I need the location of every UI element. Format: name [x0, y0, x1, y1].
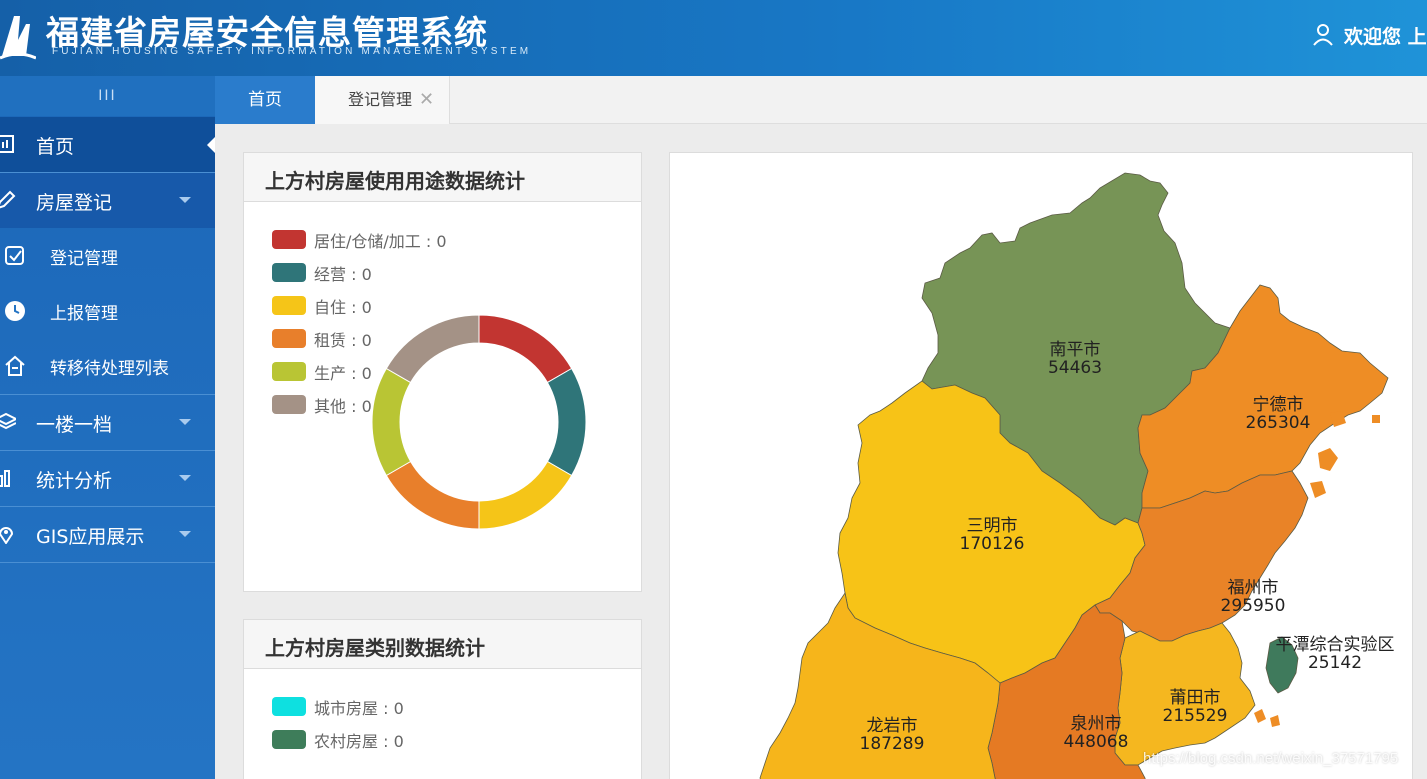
panel-title: 上方村房屋类别数据统计 [265, 636, 485, 660]
city-name-label: 龙岩市 [867, 716, 918, 736]
sidebar-item-label: 首页 [36, 136, 75, 158]
donut-segment[interactable] [478, 460, 573, 530]
city-name-label: 宁德市 [1253, 395, 1304, 415]
usage-donut-chart [371, 314, 587, 530]
sidebar-toggle[interactable]: III [0, 76, 215, 116]
checkbox-icon [5, 246, 24, 265]
active-indicator [207, 137, 215, 153]
sidebar-item-label: 统计分析 [36, 470, 113, 492]
sidebar-item-label: 上报管理 [50, 304, 118, 324]
legend-label: 居住/仓储/加工 : 0 [314, 232, 447, 251]
city-name-label: 平潭综合实验区 [1276, 635, 1395, 655]
legend-swatch [272, 329, 306, 348]
sidebar-item-transfer-pending[interactable]: 转移待处理列表 [0, 338, 215, 393]
sidebar-item-label: 一楼一档 [36, 414, 113, 436]
close-icon[interactable]: ✕ [419, 76, 434, 124]
city-value-label: 54463 [1048, 358, 1102, 378]
city-name-label: 莆田市 [1170, 688, 1221, 708]
city-value-label: 25142 [1308, 653, 1362, 673]
city-value-label: 448068 [1064, 732, 1129, 752]
tab-registration-management[interactable]: 登记管理 ✕ [315, 76, 450, 124]
chevron-down-icon [179, 475, 191, 481]
panel-title: 上方村房屋使用用途数据统计 [265, 169, 525, 193]
donut-segment[interactable] [546, 367, 587, 477]
tab-label: 登记管理 [348, 90, 413, 109]
fujian-map: 南平市54463 宁德市265304 三明市170126 福州市295950 平潭综合实… [759, 172, 1395, 779]
category-statistics-panel: 上方村房屋类别数据统计 城市房屋 : 0 农村房屋 : 0 [243, 619, 642, 779]
legend-label: 生产 : 0 [314, 364, 372, 383]
sidebar-item-one-building-one-file[interactable]: 一楼一档 [0, 395, 215, 450]
sidebar-item-home[interactable]: 首页 [0, 117, 215, 172]
sidebar-item-gis[interactable]: GIS应用展示 [0, 507, 215, 562]
legend-label: 农村房屋 : 0 [314, 732, 404, 751]
app-subtitle: FUJIAN HOUSING SAFETY INFORMATION MANAGE… [52, 46, 532, 57]
usage-statistics-panel: 上方村房屋使用用途数据统计 居住/仓储/加工 : 0 经营 : 0 自住 : 0 租赁… [243, 152, 642, 592]
sidebar-item-registration-management[interactable]: 登记管理 [0, 228, 215, 283]
legend-label: 自住 : 0 [314, 298, 372, 317]
legend-swatch [272, 263, 306, 282]
welcome-user[interactable]: 欢迎您 上 [1344, 22, 1427, 49]
app-header: 福建省房屋安全信息管理系统 FUJIAN HOUSING SAFETY INFO… [0, 0, 1427, 76]
panel-header: 上方村房屋类别数据统计 [244, 620, 641, 669]
user-icon[interactable] [1311, 22, 1335, 46]
sidebar: III 首页 房屋登记 登记管理 上报管理 转移待处理列表 一楼一档 统计分析 … [0, 76, 215, 779]
city-name-label: 三明市 [967, 516, 1018, 536]
legend-swatch [272, 697, 306, 716]
sidebar-item-label: 登记管理 [50, 249, 118, 269]
city-value-label: 295950 [1221, 596, 1286, 616]
city-value-label: 170126 [960, 534, 1025, 554]
donut-segment[interactable] [371, 367, 412, 477]
sidebar-item-statistics[interactable]: 统计分析 [0, 451, 215, 506]
logo-icon [0, 16, 36, 60]
chevron-down-icon [179, 197, 191, 203]
city-name-label: 泉州市 [1071, 714, 1122, 734]
map-pin-icon [0, 527, 14, 544]
clock-icon [5, 301, 25, 321]
city-value-label: 187289 [860, 734, 925, 754]
city-value-label: 215529 [1163, 706, 1228, 726]
home-icon [5, 355, 25, 376]
sidebar-item-label: GIS应用展示 [36, 526, 145, 548]
sidebar-item-label: 房屋登记 [36, 192, 113, 214]
legend-swatch [272, 296, 306, 315]
city-value-label: 265304 [1246, 413, 1311, 433]
sidebar-item-label: 转移待处理列表 [50, 359, 169, 379]
legend-swatch [272, 395, 306, 414]
donut-segment[interactable] [385, 314, 480, 384]
divider [0, 562, 215, 563]
bar-chart-icon [0, 470, 10, 487]
tab-home[interactable]: 首页 [215, 76, 315, 124]
tab-bar: 首页 登记管理 ✕ [215, 76, 1427, 124]
watermark: https://blog.csdn.net/weixin_37571795 [1143, 750, 1399, 767]
legend-swatch [272, 362, 306, 381]
sidebar-item-report-management[interactable]: 上报管理 [0, 283, 215, 338]
panel-header: 上方村房屋使用用途数据统计 [244, 153, 641, 202]
legend-label: 城市房屋 : 0 [314, 699, 404, 718]
fujian-map-panel: 南平市 54463 宁德市 265304 三明市 170126 福州市 295950 平潭综合实… [669, 152, 1413, 779]
legend-label: 其他 : 0 [314, 397, 372, 416]
legend-label: 经营 : 0 [314, 265, 372, 284]
layers-icon [0, 412, 16, 430]
edit-icon [0, 190, 16, 209]
donut-segment[interactable] [385, 460, 480, 530]
chevron-down-icon [179, 531, 191, 537]
legend-swatch [272, 230, 306, 249]
legend-label: 租赁 : 0 [314, 331, 372, 350]
city-name-label: 福州市 [1228, 578, 1279, 598]
sidebar-item-house-registration[interactable]: 房屋登记 [0, 173, 215, 228]
chevron-down-icon [179, 419, 191, 425]
donut-segment[interactable] [478, 314, 573, 384]
dashboard-icon [0, 135, 14, 153]
legend-swatch [272, 730, 306, 749]
city-name-label: 南平市 [1050, 340, 1101, 360]
